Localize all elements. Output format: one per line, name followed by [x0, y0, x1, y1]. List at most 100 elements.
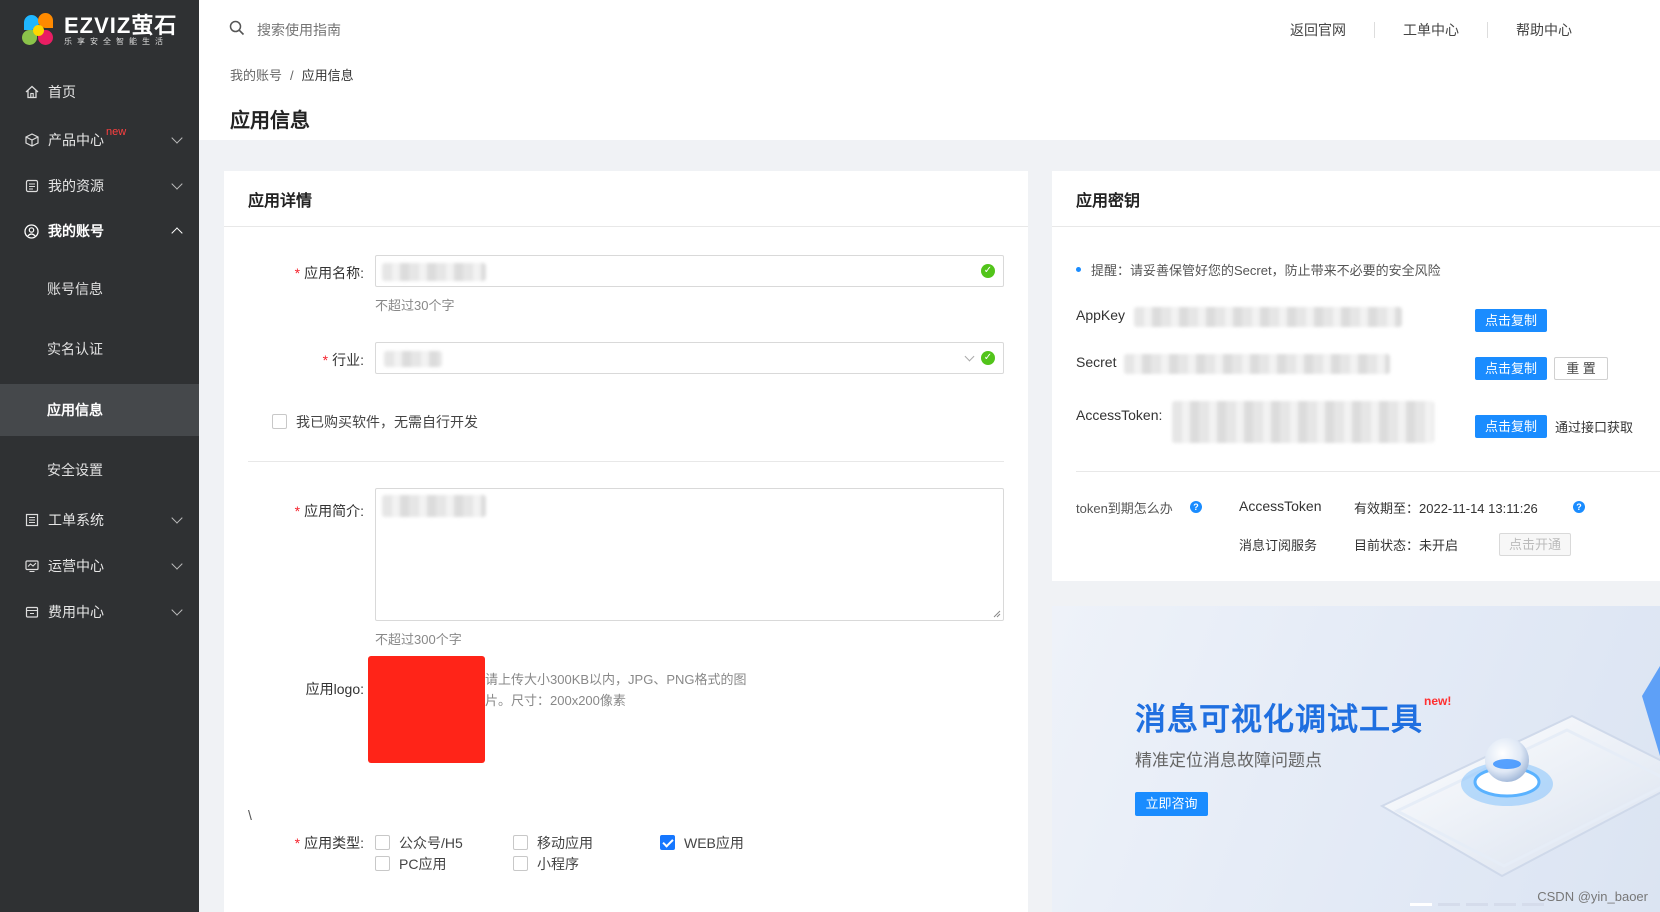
- copy-secret-button[interactable]: 点击复制: [1475, 357, 1547, 380]
- redacted-value: [382, 263, 486, 281]
- app-intro-hint: 不超过300个字: [375, 632, 462, 647]
- purchased-software-checkbox[interactable]: [272, 414, 287, 429]
- type-miniprogram-label: 小程序: [537, 856, 579, 872]
- nav-my-resources[interactable]: 我的资源: [0, 163, 199, 209]
- type-miniprogram-checkbox[interactable]: [513, 856, 528, 871]
- app-intro-textarea[interactable]: [375, 488, 1004, 621]
- type-pc-checkbox[interactable]: [375, 856, 390, 871]
- redacted-secret: [1124, 354, 1390, 374]
- app-name-label: * 应用名称:: [294, 265, 364, 281]
- appkey-label: AppKey: [1076, 307, 1126, 323]
- breadcrumb-my-account[interactable]: 我的账号: [230, 68, 282, 83]
- type-mobile-checkbox[interactable]: [513, 835, 528, 850]
- token-expire-help[interactable]: token到期怎么办: [1076, 498, 1173, 517]
- chevron-down-icon: [171, 512, 183, 524]
- nav-home[interactable]: 首页: [0, 69, 199, 115]
- nav-label: 工单系统: [48, 512, 104, 528]
- consult-now-button[interactable]: 立即咨询: [1135, 792, 1208, 816]
- nav-my-account[interactable]: 我的账号: [0, 208, 199, 254]
- brand-slogan: 乐享安全智能生活: [64, 37, 168, 46]
- type-pc-label: PC应用: [399, 856, 447, 872]
- pagination-dot[interactable]: [1438, 903, 1460, 906]
- sidebar-item-account-info[interactable]: 账号信息: [0, 263, 199, 315]
- link-official-site[interactable]: 返回官网: [1262, 22, 1374, 38]
- redacted-appkey: [1134, 307, 1402, 327]
- app-name-input[interactable]: ✓: [375, 255, 1004, 287]
- redacted-accesstoken: [1172, 401, 1434, 443]
- reset-secret-button[interactable]: 重 置: [1554, 357, 1608, 380]
- nav-label: 运营中心: [48, 558, 104, 574]
- link-ticket-center[interactable]: 工单中心: [1374, 22, 1487, 38]
- ticket-icon: [24, 513, 39, 528]
- check-circle-icon: ✓: [981, 351, 995, 365]
- copy-appkey-button[interactable]: 点击复制: [1475, 309, 1547, 332]
- search-input[interactable]: [257, 21, 457, 38]
- token-via-api: 通过接口获取: [1555, 420, 1634, 435]
- sidebar-item-app-info[interactable]: 应用信息: [0, 384, 199, 436]
- chevron-down-icon: [171, 604, 183, 616]
- chevron-down-icon: [964, 351, 975, 362]
- search-icon[interactable]: [229, 20, 245, 39]
- banner-title: 消息可视化调试工具: [1135, 702, 1423, 737]
- pagination-dot[interactable]: [1410, 903, 1432, 906]
- question-icon[interactable]: ?: [1573, 501, 1585, 513]
- nav-ticket-system[interactable]: 工单系统: [0, 497, 199, 543]
- redacted-value: [384, 351, 442, 367]
- nav-operations[interactable]: 运营中心: [0, 543, 199, 589]
- accesstoken-label: AccessToken:: [1076, 407, 1163, 423]
- type-h5-label: 公众号/H5: [399, 835, 463, 851]
- link-help-center[interactable]: 帮助中心: [1487, 22, 1600, 38]
- nav-billing[interactable]: 费用中心: [0, 589, 199, 635]
- nav-label: 首页: [48, 84, 76, 100]
- divider: [1076, 471, 1660, 472]
- resize-handle-icon[interactable]: [992, 609, 1001, 618]
- search-box[interactable]: [229, 20, 457, 39]
- type-mobile-label: 移动应用: [537, 835, 593, 851]
- divider: [248, 461, 1004, 462]
- security-tip: 提醒：请妥善保管好您的Secret，防止带来不必要的安全风险: [1091, 263, 1441, 278]
- secret-label: Secret: [1076, 354, 1117, 370]
- app-type-label: * 应用类型:: [294, 835, 364, 851]
- pagination-dot[interactable]: [1466, 903, 1488, 906]
- stray-backslash: \: [248, 807, 252, 823]
- breadcrumb: 我的账号 / 应用信息: [230, 65, 354, 84]
- top-links: 返回官网 工单中心 帮助中心: [1262, 22, 1600, 38]
- check-circle-icon: ✓: [981, 264, 995, 278]
- copy-token-button[interactable]: 点击复制: [1475, 415, 1547, 438]
- logo[interactable]: EZVIZ萤石 乐享安全智能生活: [0, 0, 199, 62]
- cube-icon: [24, 133, 39, 148]
- app-logo-upload[interactable]: [368, 656, 485, 763]
- nav-product-center[interactable]: 产品中心 new: [0, 117, 199, 163]
- resource-icon: [24, 179, 39, 194]
- user-circle-icon: [24, 223, 39, 239]
- breadcrumb-separator: /: [290, 68, 294, 83]
- type-h5-checkbox[interactable]: [375, 835, 390, 850]
- redacted-value: [382, 495, 486, 517]
- header: 返回官网 工单中心 帮助中心 我的账号 / 应用信息 应用信息: [199, 0, 1660, 140]
- logo-upload-hint: 请上传大小300KB以内，JPG、PNG格式的图 片。尺寸：200x200像素: [485, 672, 747, 708]
- industry-select[interactable]: ✓: [375, 342, 1004, 374]
- promo-banner[interactable]: 消息可视化调试工具 new! 精准定位消息故障问题点 立即咨询 CSDN @yi…: [1052, 606, 1660, 912]
- nav-label: 我的资源: [48, 178, 104, 194]
- sidebar-item-security[interactable]: 安全设置: [0, 444, 199, 496]
- bullet-dot: [1076, 267, 1081, 272]
- open-msg-service-button[interactable]: 点击开通: [1499, 533, 1571, 556]
- type-web-checkbox[interactable]: [660, 835, 675, 850]
- chevron-up-icon: [171, 227, 183, 239]
- question-icon[interactable]: ?: [1190, 501, 1202, 513]
- home-icon: [24, 85, 39, 100]
- sidebar: EZVIZ萤石 乐享安全智能生活 首页 产品中心 new 我的资源 我的账号 账…: [0, 0, 199, 912]
- chevron-down-icon: [171, 558, 183, 570]
- nav-label: 我的账号: [48, 223, 104, 239]
- page-title: 应用信息: [230, 110, 310, 132]
- sidebar-item-real-name[interactable]: 实名认证: [0, 323, 199, 375]
- banner-pagination[interactable]: [1410, 903, 1544, 906]
- msg-service-label: 消息订阅服务: [1239, 538, 1318, 553]
- nav-label: 费用中心: [48, 604, 104, 620]
- msg-service-status: 目前状态：未开启: [1354, 538, 1459, 553]
- pagination-dot[interactable]: [1494, 903, 1516, 906]
- type-web-label: WEB应用: [684, 835, 744, 851]
- chevron-down-icon: [171, 178, 183, 190]
- new-badge: new: [106, 126, 127, 138]
- nav-label: 产品中心: [48, 132, 104, 148]
